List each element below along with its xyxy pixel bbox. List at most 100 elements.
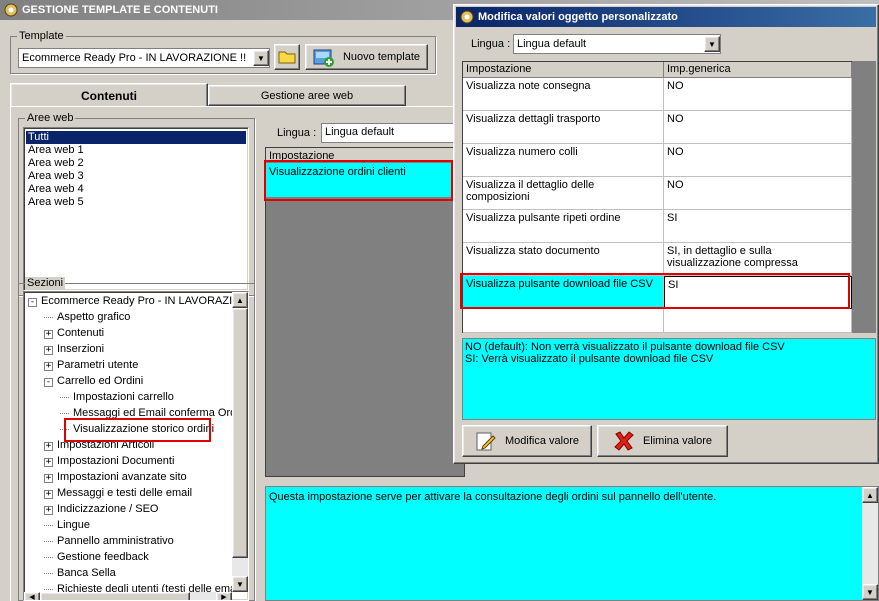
grid-setting-cell[interactable]: Visualizza pulsante ripeti ordine (463, 210, 664, 243)
chevron-down-icon[interactable]: ▼ (704, 36, 720, 52)
tree-item-label: Impostazioni carrello (73, 391, 174, 403)
tree-item-label: Impostazioni Articoli (57, 439, 155, 451)
aree-web-item[interactable]: Area web 4 (28, 183, 84, 196)
tree-item-label: Banca Sella (57, 567, 116, 579)
scroll-up-icon[interactable]: ▲ (232, 292, 248, 308)
help-line-2: SI: Verrà visualizzato il pulsante downl… (465, 353, 714, 365)
aree-web-item-label: Tutti (28, 131, 49, 143)
tree-item[interactable]: Gestione feedback (44, 551, 149, 563)
tree-item[interactable]: Impostazioni carrello (60, 391, 174, 403)
grid-value-label: SI, in dettaglio e sulla visualizzazione… (667, 245, 798, 269)
tree-item[interactable]: + Impostazioni Documenti (44, 455, 174, 467)
help-box: NO (default): Non verrà visualizzato il … (462, 338, 876, 420)
expand-icon[interactable]: + (44, 442, 53, 451)
expand-icon[interactable]: + (44, 362, 53, 371)
scroll-up-icon[interactable]: ▲ (862, 487, 878, 503)
tree-horizontal-scrollbar[interactable]: ◀ ▶ (24, 592, 232, 600)
aree-web-label: Aree web (25, 112, 76, 124)
tree-line-icon (44, 524, 53, 526)
grid-setting-cell[interactable]: Visualizza note consegna (463, 78, 664, 111)
expand-icon[interactable]: + (44, 474, 53, 483)
settings-grid: Impostazione Imp.generica Visualizza not… (462, 61, 852, 333)
grid-value-cell[interactable]: SI, in dettaglio e sulla visualizzazione… (664, 243, 852, 276)
grid-value-cell-selected[interactable]: SI (664, 276, 852, 309)
tab-gestione-aree-web[interactable]: Gestione aree web (208, 85, 406, 106)
grid-value-cell[interactable]: NO (664, 144, 852, 177)
aree-web-list[interactable]: Tutti Area web 1 Area web 2 Area web 3 A… (23, 127, 249, 291)
grid-setting-cell[interactable]: Visualizza numero colli (463, 144, 664, 177)
col-header-setting-label: Impostazione (466, 63, 532, 75)
main-lingua-select[interactable]: Lingua default (321, 123, 461, 143)
scroll-thumb[interactable] (232, 308, 248, 558)
grid-value-cell[interactable]: NO (664, 111, 852, 144)
expand-icon[interactable]: + (44, 490, 53, 499)
grid-setting-cell-selected[interactable]: Visualizza pulsante download file CSV (463, 276, 664, 309)
grid-value-cell[interactable]: NO (664, 78, 852, 111)
scroll-right-icon[interactable]: ▶ (216, 592, 232, 600)
dialog-lingua-select[interactable]: Lingua default ▼ (513, 34, 721, 54)
grid-setting-label: Visualizza pulsante ripeti ordine (466, 212, 621, 224)
tab-gestione-aree-web-label: Gestione aree web (260, 89, 354, 102)
tree-vertical-scrollbar[interactable]: ▲ ▼ (232, 292, 248, 592)
h-scroll-thumb[interactable] (40, 592, 190, 600)
tree-item[interactable]: + Parametri utente (44, 359, 138, 371)
app-icon (4, 3, 18, 17)
tree-line-icon (60, 428, 69, 430)
scroll-down-icon[interactable]: ▼ (232, 576, 248, 592)
tree-line-icon (44, 316, 53, 318)
tree-item-label: Lingue (57, 519, 91, 531)
tree-item[interactable]: + Contenuti (44, 327, 104, 339)
collapse-icon[interactable]: - (28, 298, 37, 307)
tree-line-icon (44, 556, 53, 558)
tree-item[interactable]: Messaggi ed Email conferma Ordine (60, 407, 232, 419)
main-grid-row-label: Visualizzazione ordini clienti (269, 166, 406, 178)
aree-web-item[interactable]: Area web 3 (28, 170, 84, 183)
tree-item[interactable]: + Inserzioni (44, 343, 104, 355)
grid-setting-cell[interactable]: Visualizza dettagli trasporto (463, 111, 664, 144)
tree-item[interactable]: Pannello amministrativo (44, 535, 174, 547)
tree-item[interactable]: -Ecommerce Ready Pro - IN LAVORAZIONE !! (28, 295, 232, 307)
grid-setting-cell[interactable]: Visualizza stato documento (463, 243, 664, 276)
delete-value-button[interactable]: Elimina valore (597, 425, 728, 457)
tree-item[interactable]: Visualizzazione storico ordini (60, 423, 214, 435)
tree-item[interactable]: - Carrello ed Ordini (44, 375, 143, 387)
tab-contenuti-label: Contenuti (81, 88, 137, 103)
grid-value-cell[interactable]: NO (664, 177, 852, 210)
aree-web-item[interactable]: Area web 2 (28, 157, 84, 170)
template-select[interactable]: Ecommerce Ready Pro - IN LAVORAZIONE !! … (18, 48, 270, 68)
grid-setting-label: Visualizza il dettaglio delle composizio… (466, 179, 595, 203)
main-lingua-label: Lingua : (277, 127, 317, 139)
tree-item[interactable]: + Impostazioni avanzate sito (44, 471, 187, 483)
grid-setting-label: Visualizza dettagli trasporto (466, 113, 601, 125)
scroll-down-icon[interactable]: ▼ (862, 584, 878, 600)
grid-value-cell[interactable]: SI (664, 210, 852, 243)
expand-icon[interactable]: + (44, 458, 53, 467)
expand-icon[interactable]: + (44, 506, 53, 515)
tree-item[interactable]: + Messaggi e testi delle email (44, 487, 192, 499)
modify-value-button[interactable]: Modifica valore (462, 425, 592, 457)
tree-item[interactable]: Banca Sella (44, 567, 116, 579)
new-template-button[interactable]: Nuovo template (305, 44, 428, 70)
tab-contenuti[interactable]: Contenuti (10, 83, 208, 107)
chevron-down-icon[interactable]: ▼ (253, 50, 269, 66)
grid-setting-cell[interactable]: Visualizza il dettaglio delle composizio… (463, 177, 664, 210)
tree-item[interactable]: + Indicizzazione / SEO (44, 503, 159, 515)
expand-icon[interactable]: + (44, 346, 53, 355)
aree-web-item-tutti[interactable]: Tutti (26, 131, 246, 144)
tree-item[interactable]: Lingue (44, 519, 90, 531)
tree-item-label: Messaggi ed Email conferma Ordine (73, 407, 232, 419)
aree-web-item[interactable]: Area web 5 (28, 196, 84, 209)
tree-item[interactable]: + Impostazioni Articoli (44, 439, 154, 451)
expand-icon[interactable]: + (44, 330, 53, 339)
dialog-lingua-value: Lingua default (517, 38, 587, 50)
description-scrollbar[interactable]: ▲ ▼ (862, 487, 878, 600)
tree-item[interactable]: Aspetto grafico (44, 311, 130, 323)
main-grid: Impostazione Visualizzazione ordini clie… (265, 147, 466, 477)
collapse-icon[interactable]: - (44, 378, 53, 387)
main-grid-row[interactable]: Visualizzazione ordini clienti (266, 163, 466, 197)
main-window-title: GESTIONE TEMPLATE E CONTENUTI (22, 4, 218, 16)
sezioni-tree[interactable]: -Ecommerce Ready Pro - IN LAVORAZIONE !!… (23, 291, 249, 601)
open-folder-button[interactable] (274, 44, 300, 70)
aree-web-item[interactable]: Area web 1 (28, 144, 84, 157)
scroll-left-icon[interactable]: ◀ (24, 592, 40, 600)
